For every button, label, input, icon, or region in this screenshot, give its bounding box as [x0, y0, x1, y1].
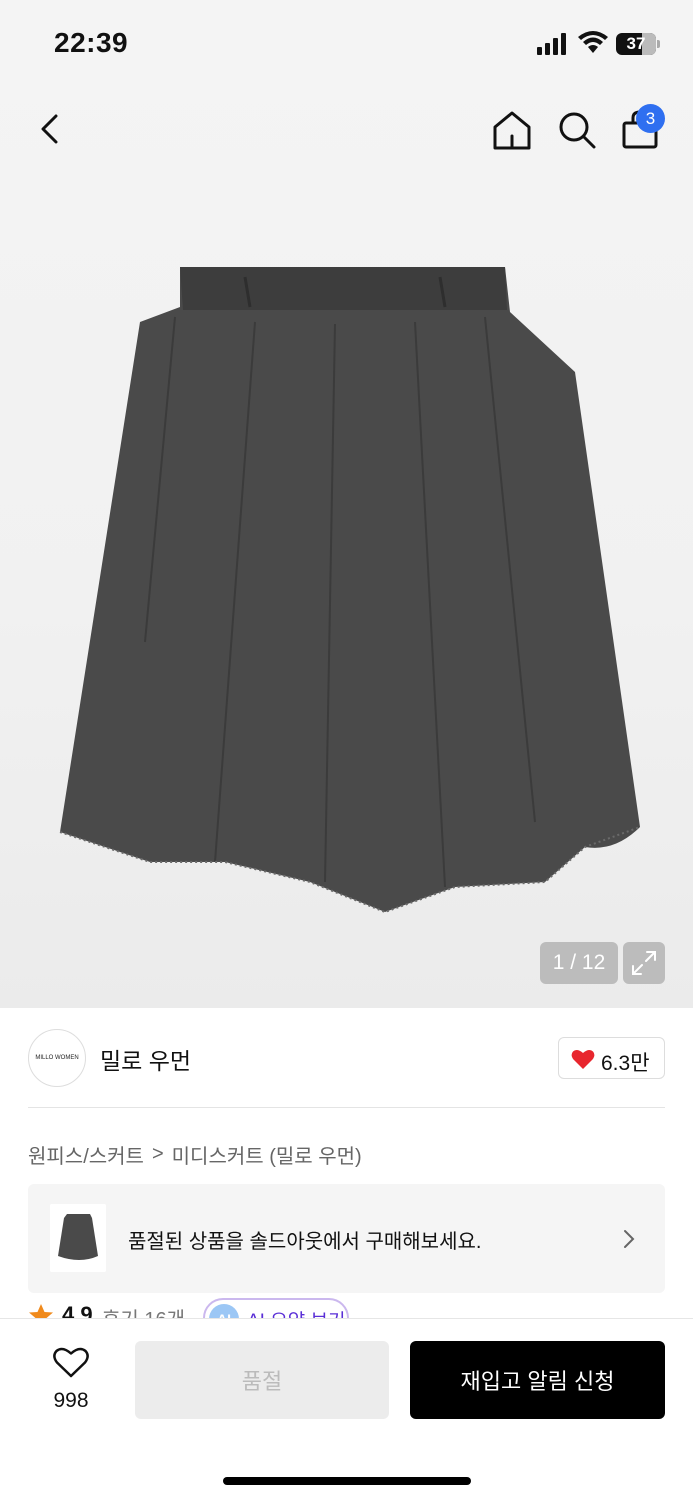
- breadcrumb-separator: >: [151, 1143, 164, 1165]
- breadcrumb: 원피스/스커트 > 미디스커트 (밀로 우먼): [28, 1140, 362, 1169]
- search-icon[interactable]: [555, 108, 599, 152]
- soldout-thumbnail: [50, 1204, 106, 1272]
- expand-icon[interactable]: [623, 942, 665, 984]
- soldout-banner[interactable]: 품절된 상품을 솔드아웃에서 구매해보세요.: [28, 1184, 665, 1293]
- brand-name[interactable]: 밀로 우먼: [100, 1042, 191, 1076]
- wishlist-count: 998: [53, 1389, 89, 1412]
- wishlist-button[interactable]: 998: [38, 1345, 104, 1415]
- brand-like-button[interactable]: 6.3만: [558, 1037, 665, 1079]
- restock-alert-button[interactable]: 재입고 알림 신청: [410, 1341, 665, 1419]
- cellular-signal-icon: [537, 33, 566, 55]
- product-image-gallery[interactable]: 22:39 37 3 1 / 12: [0, 0, 693, 1008]
- soldout-banner-text: 품절된 상품을 솔드아웃에서 구매해보세요.: [128, 1231, 482, 1253]
- wifi-icon: [578, 31, 608, 53]
- brand-logo[interactable]: MILLO WOMEN: [28, 1029, 86, 1087]
- battery-level: 37: [626, 34, 646, 53]
- breadcrumb-category[interactable]: 원피스/스커트: [28, 1140, 144, 1169]
- product-photo-skirt: [59, 267, 641, 914]
- status-bar: 22:39 37: [0, 0, 693, 88]
- soldout-button: 품절: [135, 1341, 389, 1419]
- battery-icon: 37: [616, 33, 660, 55]
- heart-filled-icon: [571, 1050, 595, 1069]
- brand-like-count: 6.3만: [601, 1052, 650, 1075]
- breadcrumb-product[interactable]: 미디스커트 (밀로 우먼): [172, 1140, 362, 1169]
- heart-outline-icon: [53, 1347, 89, 1378]
- divider: [28, 1107, 665, 1108]
- cart-count-badge: 3: [636, 104, 665, 133]
- home-icon[interactable]: [490, 108, 534, 152]
- bottom-action-bar: 998 품절 재입고 알림 신청: [0, 1318, 693, 1500]
- back-arrow-icon[interactable]: [34, 108, 70, 152]
- chevron-right-icon: [624, 1230, 635, 1248]
- image-counter: 1 / 12: [540, 942, 618, 984]
- status-time: 22:39: [54, 27, 129, 58]
- home-indicator: [223, 1477, 471, 1485]
